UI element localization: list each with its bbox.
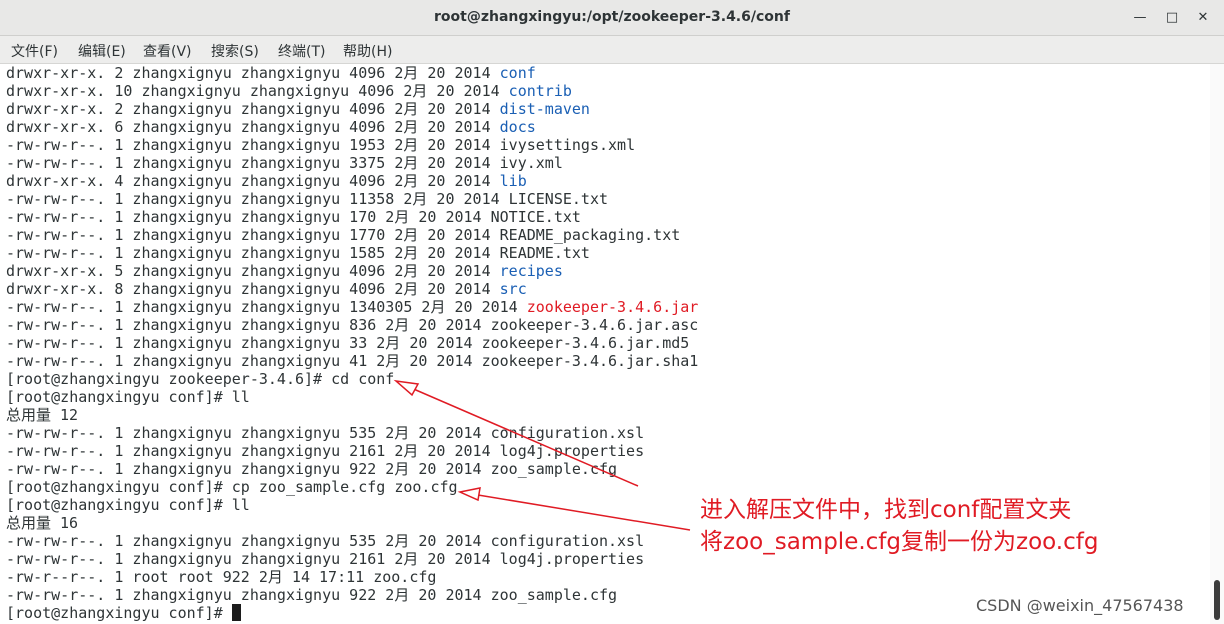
scrollbar[interactable] bbox=[1210, 64, 1224, 624]
file-name: LICENSE.txt bbox=[508, 190, 609, 208]
maximize-icon[interactable]: □ bbox=[1162, 8, 1182, 28]
terminal-line: -rw-r--r--. 1 root root 922 2月 14 17:11 … bbox=[6, 568, 1206, 586]
terminal-line-text: -rw-rw-r--. 1 zhangxignyu zhangxignyu 11… bbox=[6, 190, 509, 208]
terminal-line-text: [root@zhangxingyu conf]# cp zoo_sample.c… bbox=[6, 478, 458, 496]
file-name: README_packaging.txt bbox=[499, 226, 681, 244]
terminal-line-text: drwxr-xr-x. 2 zhangxignyu zhangxignyu 40… bbox=[6, 100, 500, 118]
file-name: ivy.xml bbox=[499, 154, 563, 172]
watermark: CSDN @weixin_47567438 bbox=[976, 596, 1184, 615]
file-name: zookeeper-3.4.6.jar.sha1 bbox=[481, 352, 699, 370]
annotation-text-line2: 将zoo_sample.cfg复制一份为zoo.cfg bbox=[700, 529, 1099, 555]
terminal-line-text: drwxr-xr-x. 8 zhangxignyu zhangxignyu 40… bbox=[6, 280, 500, 298]
annotation-text-line1: 进入解压文件中，找到conf配置文夹 bbox=[700, 497, 1072, 523]
menu-help[interactable]: 帮助(H) bbox=[343, 41, 392, 61]
minimize-icon[interactable]: — bbox=[1130, 8, 1150, 28]
terminal-line-text: drwxr-xr-x. 4 zhangxignyu zhangxignyu 40… bbox=[6, 172, 500, 190]
terminal-line-text: drwxr-xr-x. 2 zhangxignyu zhangxignyu 40… bbox=[6, 64, 500, 82]
terminal-line-text: -rw-rw-r--. 1 zhangxignyu zhangxignyu 21… bbox=[6, 442, 645, 460]
terminal-line-text: -rw-rw-r--. 1 zhangxignyu zhangxignyu 17… bbox=[6, 208, 491, 226]
terminal-line: drwxr-xr-x. 8 zhangxignyu zhangxignyu 40… bbox=[6, 280, 1206, 298]
terminal-line-text: -rw-rw-r--. 1 zhangxignyu zhangxignyu 83… bbox=[6, 316, 491, 334]
terminal-line-text: -rw-rw-r--. 1 zhangxignyu zhangxignyu 33… bbox=[6, 154, 500, 172]
terminal-line-text: 总用量 12 bbox=[6, 406, 79, 424]
file-name: recipes bbox=[499, 262, 563, 280]
cursor bbox=[231, 604, 241, 621]
window-title: root@zhangxingyu:/opt/zookeeper-3.4.6/co… bbox=[434, 9, 790, 25]
terminal-line: -rw-rw-r--. 1 zhangxignyu zhangxignyu 17… bbox=[6, 226, 1206, 244]
terminal-line: [root@zhangxingyu zookeeper-3.4.6]# cd c… bbox=[6, 370, 1206, 388]
file-name: ivysettings.xml bbox=[499, 136, 636, 154]
file-name: contrib bbox=[508, 82, 572, 100]
terminal-line-text: [root@zhangxingyu zookeeper-3.4.6]# cd c… bbox=[6, 370, 395, 388]
title-bar: root@zhangxingyu:/opt/zookeeper-3.4.6/co… bbox=[0, 0, 1224, 36]
terminal-line: -rw-rw-r--. 1 zhangxignyu zhangxignyu 15… bbox=[6, 244, 1206, 262]
file-name: src bbox=[499, 280, 527, 298]
terminal-line-text: -rw-rw-r--. 1 zhangxignyu zhangxignyu 13… bbox=[6, 298, 527, 316]
terminal-line: -rw-rw-r--. 1 zhangxignyu zhangxignyu 21… bbox=[6, 442, 1206, 460]
terminal-line: drwxr-xr-x. 10 zhangxignyu zhangxignyu 4… bbox=[6, 82, 1206, 100]
close-icon[interactable]: ✕ bbox=[1193, 8, 1213, 28]
file-name: zookeeper-3.4.6.jar bbox=[526, 298, 699, 316]
file-name: conf bbox=[499, 64, 536, 82]
terminal-line: drwxr-xr-x. 6 zhangxignyu zhangxignyu 40… bbox=[6, 118, 1206, 136]
terminal-line-text: 总用量 16 bbox=[6, 514, 79, 532]
terminal-line: drwxr-xr-x. 4 zhangxignyu zhangxignyu 40… bbox=[6, 172, 1206, 190]
terminal-line: drwxr-xr-x. 2 zhangxignyu zhangxignyu 40… bbox=[6, 100, 1206, 118]
terminal-line: 总用量 12 bbox=[6, 406, 1206, 424]
file-name: zookeeper-3.4.6.jar.asc bbox=[490, 316, 699, 334]
terminal-line-text: -rw-r--r--. 1 root root 922 2月 14 17:11 … bbox=[6, 568, 437, 586]
terminal-line-text: -rw-rw-r--. 1 zhangxignyu zhangxignyu 19… bbox=[6, 136, 500, 154]
terminal-line: -rw-rw-r--. 1 zhangxignyu zhangxignyu 33… bbox=[6, 334, 1206, 352]
menu-search[interactable]: 搜索(S) bbox=[211, 41, 259, 61]
terminal-line: drwxr-xr-x. 5 zhangxignyu zhangxignyu 40… bbox=[6, 262, 1206, 280]
terminal-line-text: -rw-rw-r--. 1 zhangxignyu zhangxignyu 92… bbox=[6, 460, 618, 478]
terminal-line-text: -rw-rw-r--. 1 zhangxignyu zhangxignyu 53… bbox=[6, 424, 645, 442]
terminal-line: -rw-rw-r--. 1 zhangxignyu zhangxignyu 17… bbox=[6, 208, 1206, 226]
menu-file[interactable]: 文件(F) bbox=[11, 41, 58, 61]
terminal-line-text: [root@zhangxingyu conf]# ll bbox=[6, 496, 250, 514]
terminal-line: drwxr-xr-x. 2 zhangxignyu zhangxignyu 40… bbox=[6, 64, 1206, 82]
terminal-line-text: -rw-rw-r--. 1 zhangxignyu zhangxignyu 33… bbox=[6, 334, 482, 352]
terminal-line-text: drwxr-xr-x. 6 zhangxignyu zhangxignyu 40… bbox=[6, 118, 500, 136]
terminal-line-text: [root@zhangxingyu conf]# bbox=[6, 604, 232, 622]
terminal-line-text: drwxr-xr-x. 10 zhangxignyu zhangxignyu 4… bbox=[6, 82, 509, 100]
terminal-line: -rw-rw-r--. 1 zhangxignyu zhangxignyu 13… bbox=[6, 298, 1206, 316]
terminal-line: -rw-rw-r--. 1 zhangxignyu zhangxignyu 92… bbox=[6, 460, 1206, 478]
scrollbar-thumb[interactable] bbox=[1214, 580, 1220, 620]
menu-view[interactable]: 查看(V) bbox=[143, 41, 192, 61]
terminal-line-text: -rw-rw-r--. 1 zhangxignyu zhangxignyu 15… bbox=[6, 244, 500, 262]
terminal-line: -rw-rw-r--. 1 zhangxignyu zhangxignyu 33… bbox=[6, 154, 1206, 172]
terminal-line: -rw-rw-r--. 1 zhangxignyu zhangxignyu 53… bbox=[6, 424, 1206, 442]
terminal-line-text: -rw-rw-r--. 1 zhangxignyu zhangxignyu 17… bbox=[6, 226, 500, 244]
terminal-line-text: -rw-rw-r--. 1 zhangxignyu zhangxignyu 21… bbox=[6, 550, 645, 568]
menu-terminal[interactable]: 终端(T) bbox=[278, 41, 325, 61]
menu-edit[interactable]: 编辑(E) bbox=[78, 41, 126, 61]
terminal-line-text: drwxr-xr-x. 5 zhangxignyu zhangxignyu 40… bbox=[6, 262, 500, 280]
file-name: README.txt bbox=[499, 244, 590, 262]
terminal-line: -rw-rw-r--. 1 zhangxignyu zhangxignyu 41… bbox=[6, 352, 1206, 370]
file-name: lib bbox=[499, 172, 527, 190]
file-name: zookeeper-3.4.6.jar.md5 bbox=[481, 334, 690, 352]
terminal-line: -rw-rw-r--. 1 zhangxignyu zhangxignyu 19… bbox=[6, 136, 1206, 154]
file-name: dist-maven bbox=[499, 100, 590, 118]
file-name: NOTICE.txt bbox=[490, 208, 581, 226]
terminal-line-text: -rw-rw-r--. 1 zhangxignyu zhangxignyu 53… bbox=[6, 532, 645, 550]
terminal-line-text: [root@zhangxingyu conf]# ll bbox=[6, 388, 250, 406]
terminal-line: -rw-rw-r--. 1 zhangxignyu zhangxignyu 11… bbox=[6, 190, 1206, 208]
terminal-line-text: -rw-rw-r--. 1 zhangxignyu zhangxignyu 92… bbox=[6, 586, 618, 604]
menu-bar: 文件(F) 编辑(E) 查看(V) 搜索(S) 终端(T) 帮助(H) bbox=[0, 36, 1224, 64]
terminal-line: [root@zhangxingyu conf]# ll bbox=[6, 388, 1206, 406]
file-name: docs bbox=[499, 118, 536, 136]
terminal-line-text: -rw-rw-r--. 1 zhangxignyu zhangxignyu 41… bbox=[6, 352, 482, 370]
terminal-line: -rw-rw-r--. 1 zhangxignyu zhangxignyu 83… bbox=[6, 316, 1206, 334]
